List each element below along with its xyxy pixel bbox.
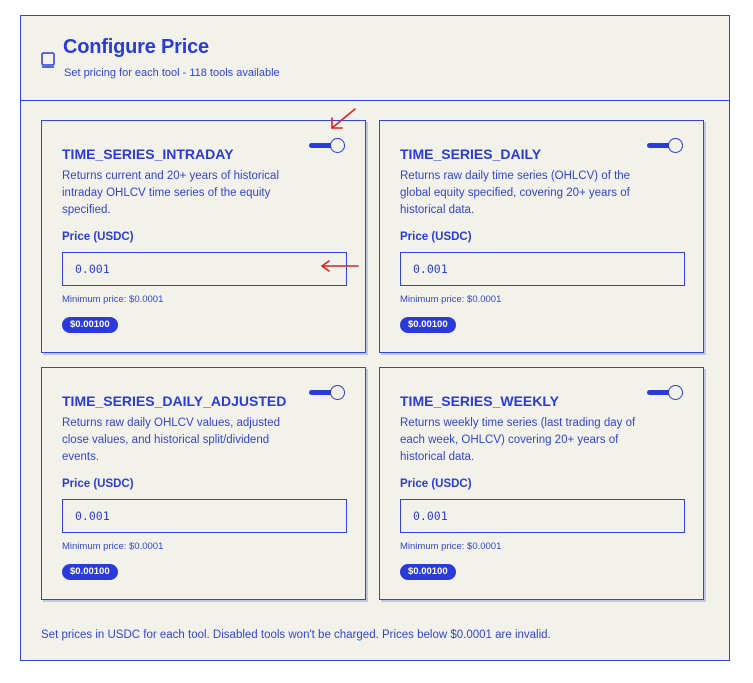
price-label: Price (USDC) xyxy=(62,231,134,243)
page-title: Configure Price xyxy=(63,36,209,58)
price-input[interactable] xyxy=(400,499,685,533)
tool-card-time-series-daily: TIME_SERIES_DAILY Returns raw daily time… xyxy=(379,120,704,353)
configure-price-panel: Configure Price Set pricing for each too… xyxy=(20,15,730,661)
price-label: Price (USDC) xyxy=(400,478,472,490)
enable-toggle[interactable] xyxy=(307,137,347,155)
price-label: Price (USDC) xyxy=(400,231,472,243)
tool-description: Returns current and 20+ years of histori… xyxy=(62,170,280,216)
tool-description: Returns weekly time series (last trading… xyxy=(400,417,636,463)
book-icon xyxy=(41,52,55,68)
enable-toggle[interactable] xyxy=(645,384,685,402)
minimum-price-hint: Minimum price: $0.0001 xyxy=(400,294,502,305)
minimum-price-hint: Minimum price: $0.0001 xyxy=(62,541,164,552)
minimum-price-hint: Minimum price: $0.0001 xyxy=(62,294,164,305)
price-badge: $0.00100 xyxy=(62,317,118,333)
toggle-knob xyxy=(330,385,345,400)
tool-title: TIME_SERIES_WEEKLY xyxy=(400,393,559,409)
panel-header: Configure Price Set pricing for each too… xyxy=(21,16,729,101)
price-input[interactable] xyxy=(62,499,347,533)
page-subtitle: Set pricing for each tool - 118 tools av… xyxy=(64,67,280,79)
tool-title: TIME_SERIES_DAILY_ADJUSTED xyxy=(62,393,287,409)
minimum-price-hint: Minimum price: $0.0001 xyxy=(400,541,502,552)
price-badge: $0.00100 xyxy=(62,564,118,580)
price-input[interactable] xyxy=(400,252,685,286)
price-label: Price (USDC) xyxy=(62,478,134,490)
tool-description: Returns raw daily time series (OHLCV) of… xyxy=(400,170,631,216)
enable-toggle[interactable] xyxy=(645,137,685,155)
footer-note: Set prices in USDC for each tool. Disabl… xyxy=(41,629,551,641)
toggle-knob xyxy=(330,138,345,153)
tool-card-time-series-daily-adjusted: TIME_SERIES_DAILY_ADJUSTED Returns raw d… xyxy=(41,367,366,600)
price-badge: $0.00100 xyxy=(400,317,456,333)
price-badge: $0.00100 xyxy=(400,564,456,580)
enable-toggle[interactable] xyxy=(307,384,347,402)
price-input[interactable] xyxy=(62,252,347,286)
toggle-knob xyxy=(668,138,683,153)
tool-description: Returns raw daily OHLCV values, adjusted… xyxy=(62,417,280,463)
tool-title: TIME_SERIES_DAILY xyxy=(400,146,542,162)
tool-card-time-series-intraday: TIME_SERIES_INTRADAY Returns current and… xyxy=(41,120,366,353)
tool-title: TIME_SERIES_INTRADAY xyxy=(62,146,234,162)
tool-card-time-series-weekly: TIME_SERIES_WEEKLY Returns weekly time s… xyxy=(379,367,704,600)
toggle-knob xyxy=(668,385,683,400)
